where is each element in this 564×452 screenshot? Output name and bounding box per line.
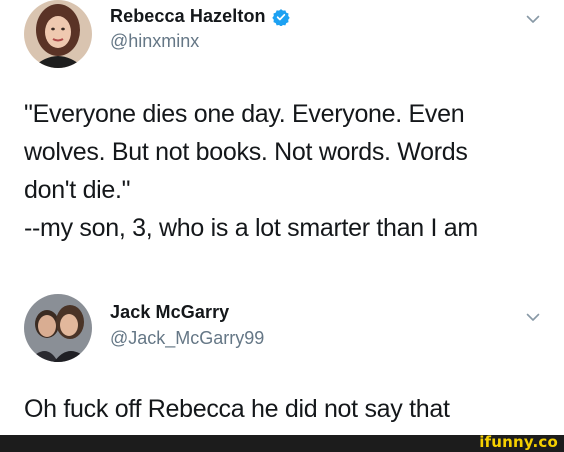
tweet-text-line: don't die." [24,176,131,204]
chevron-down-icon[interactable] [526,310,540,324]
author-row: Rebecca Hazelton [110,6,290,27]
tweet-body: Oh fuck off Rebecca he did not say that [24,390,540,428]
tweet-rebecca: Rebecca Hazelton @hinxminx "Everyone die… [0,0,564,290]
screenshot-page: Rebecca Hazelton @hinxminx "Everyone die… [0,0,564,452]
author-row: Jack McGarry [110,302,229,323]
verified-badge-icon [271,8,290,26]
tweet-text-line: wolves. But not books. Not words. Words [24,138,468,166]
author-handle[interactable]: @Jack_McGarry99 [110,328,264,349]
tweet-text-line: Oh fuck off Rebecca he did not say that [24,395,450,423]
avatar[interactable] [24,294,92,362]
tweet-text-line: --my son, 3, who is a lot smarter than I… [24,214,478,242]
tweet-body: "Everyone dies one day. Everyone. Even w… [24,95,540,247]
author-name[interactable]: Rebecca Hazelton [110,6,266,27]
author-name[interactable]: Jack McGarry [110,302,229,323]
author-handle[interactable]: @hinxminx [110,31,199,52]
chevron-down-icon[interactable] [526,12,540,26]
tweet-text-line: "Everyone dies one day. Everyone. Even [24,100,465,128]
ifunny-watermark-logo: ifunny.co [479,433,558,451]
profile-photo-woman-icon [24,0,92,68]
avatar[interactable] [24,0,92,68]
profile-photo-couple-icon [24,294,92,362]
tweet-jack: Jack McGarry @Jack_McGarry99 Oh fuck off… [0,290,564,435]
watermark-bar: ifunny.co [0,433,564,452]
